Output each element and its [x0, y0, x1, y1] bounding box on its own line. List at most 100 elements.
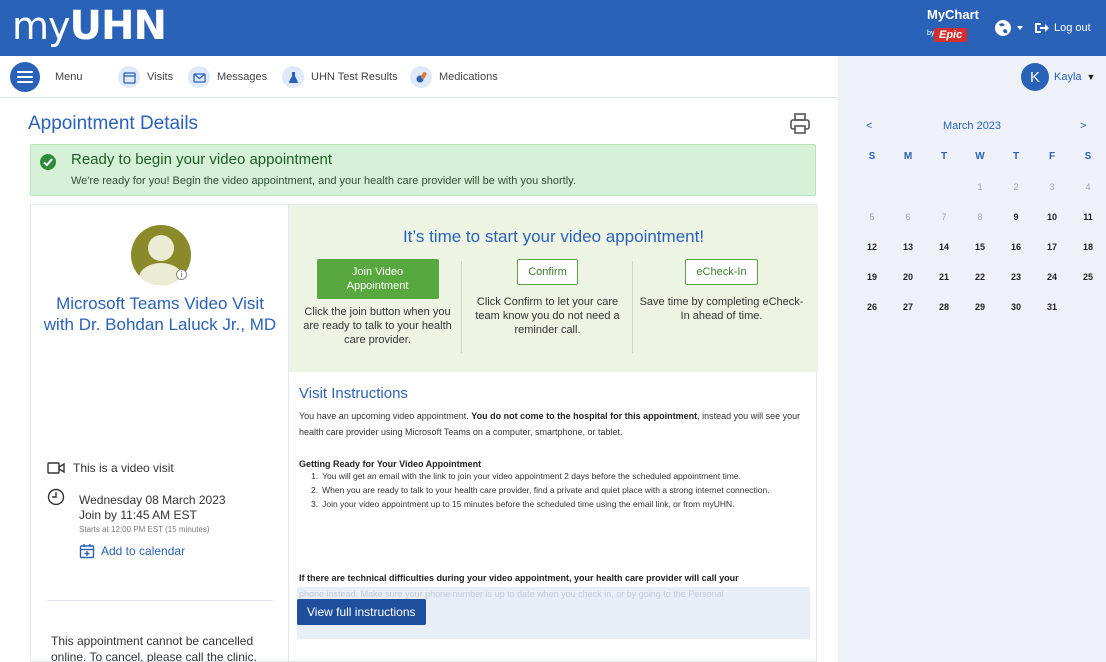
video-visit-row: This is a video visit — [47, 461, 174, 475]
calendar-day[interactable]: 23 — [998, 262, 1034, 292]
test-results-icon — [282, 66, 304, 88]
calendar-day[interactable]: 3 — [1034, 172, 1070, 202]
hamburger-icon — [10, 62, 40, 92]
list-item: 1. You will get an email with the link to… — [311, 471, 741, 481]
video-visit-card: It’s time to start your video appointmen… — [288, 204, 818, 662]
add-to-calendar-link[interactable]: Add to calendar — [79, 543, 185, 559]
main-panel: Appointment Details Ready to begin your … — [0, 98, 838, 662]
calendar-day[interactable]: 14 — [926, 232, 962, 262]
clock-row — [47, 488, 65, 506]
start-heading: It’s time to start your video appointmen… — [402, 227, 705, 246]
calendar-grid: S M T W T F S 1 2 3 4 5 6 7 8 9 10 11 12 13 14 15 16 17 18 19 20 21… — [854, 142, 1106, 322]
start-time: Starts at 12:00 PM EST (15 minutes) — [79, 525, 210, 534]
mychart-label: MyChart — [926, 7, 979, 22]
messages-icon — [188, 66, 210, 88]
nav-item-test-results[interactable]: UHN Test Results — [282, 56, 398, 98]
echeckin-button[interactable]: eCheck-In — [685, 259, 758, 285]
calendar-next-button[interactable]: > — [1080, 120, 1086, 132]
info-icon[interactable]: i — [176, 269, 187, 280]
calendar-day[interactable]: 10 — [1034, 202, 1070, 232]
calendar-day[interactable]: 22 — [962, 262, 998, 292]
getting-ready-heading: Getting Ready for Your Video Appointment — [299, 459, 482, 469]
option-separator — [461, 261, 462, 353]
calendar-day[interactable]: 19 — [854, 262, 890, 292]
join-by-time: Join by 11:45 AM EST — [79, 508, 197, 522]
nav-label-test-results: UHN Test Results — [311, 71, 398, 83]
calendar-day[interactable]: 25 — [1070, 262, 1106, 292]
calendar-add-icon — [79, 544, 95, 559]
calendar-day[interactable]: 15 — [962, 232, 998, 262]
confirm-button[interactable]: Confirm — [517, 259, 578, 285]
calendar-weekday-header: F — [1048, 151, 1056, 162]
print-icon[interactable] — [788, 112, 812, 136]
calendar-empty-cell — [890, 172, 926, 202]
calendar-day[interactable]: 30 — [998, 292, 1034, 322]
globe-icon — [995, 20, 1023, 36]
calendar-day[interactable]: 13 — [890, 232, 926, 262]
calendar-day[interactable]: 18 — [1070, 232, 1106, 262]
calendar-day[interactable]: 31 — [1034, 292, 1070, 322]
faded-instructions-text: phone instead. Make sure your phone numb… — [299, 589, 724, 599]
calendar-day[interactable]: 1 — [962, 172, 998, 202]
calendar-weekday-header: T — [1012, 151, 1020, 162]
calendar-day[interactable]: 21 — [926, 262, 962, 292]
view-full-instructions-button[interactable]: View full instructions — [297, 599, 426, 625]
calendar-day[interactable]: 28 — [926, 292, 962, 322]
nav-item-messages[interactable]: Messages — [188, 56, 267, 98]
mychart-epic-logo: MyChart by Epic — [924, 8, 982, 46]
calendar-widget: March 2023 < > S M T W T F S 1 2 3 4 5 6 7 8 9 10 11 12 13 1… — [838, 98, 1106, 662]
main-nav: Menu Visits Messages UHN Test Results Me… — [0, 56, 838, 98]
calendar-month-title: March 2023 — [942, 120, 1002, 132]
calendar-day[interactable]: 20 — [890, 262, 926, 292]
join-option: Join Video Appointment Click the join bu… — [295, 259, 460, 347]
myuhn-logo[interactable]: myUHN — [12, 2, 167, 50]
logout-button[interactable]: Log out — [1034, 14, 1104, 42]
join-video-button[interactable]: Join Video Appointment — [316, 259, 439, 299]
calendar-day[interactable]: 8 — [962, 202, 998, 232]
visits-icon — [118, 66, 140, 88]
calendar-day[interactable]: 29 — [962, 292, 998, 322]
list-item: 3. Join your video appointment up to 15 m… — [311, 499, 735, 509]
ready-alert: Ready to begin your video appointment We… — [30, 144, 816, 196]
option-separator — [632, 261, 633, 353]
provider-card: i Microsoft Teams Video Visit with Dr. B… — [30, 204, 288, 662]
alert-title: Ready to begin your video appointment — [71, 151, 333, 168]
menu-label: Menu — [55, 71, 83, 83]
video-camera-icon — [47, 462, 65, 474]
medications-icon — [410, 66, 432, 88]
calendar-empty-cell — [1070, 292, 1106, 322]
calendar-day[interactable]: 12 — [854, 232, 890, 262]
calendar-weekday-header: M — [903, 151, 913, 162]
visit-instructions-title: Visit Instructions — [299, 385, 408, 402]
menu-button[interactable]: Menu — [10, 56, 83, 98]
calendar-day[interactable]: 2 — [998, 172, 1034, 202]
nav-item-medications[interactable]: Medications — [410, 56, 498, 98]
nav-label-messages: Messages — [217, 71, 268, 83]
user-menu[interactable]: K Kayla ▼ — [1021, 62, 1095, 92]
epic-label: Epic — [934, 28, 968, 42]
calendar-day[interactable]: 9 — [998, 202, 1034, 232]
clock-icon — [47, 488, 65, 506]
calendar-day[interactable]: 16 — [998, 232, 1034, 262]
calendar-empty-cell — [854, 172, 890, 202]
nav-label-medications: Medications — [439, 71, 498, 83]
echeckin-option: eCheck-In Save time by completing eCheck… — [639, 259, 804, 323]
calendar-day[interactable]: 24 — [1034, 262, 1070, 292]
calendar-prev-button[interactable]: < — [866, 120, 872, 132]
nav-item-visits[interactable]: Visits — [118, 56, 173, 98]
calendar-header: March 2023 < > — [838, 120, 1106, 136]
calendar-day[interactable]: 26 — [854, 292, 890, 322]
user-name: Kayla — [1054, 71, 1082, 83]
calendar-day[interactable]: 17 — [1034, 232, 1070, 262]
visit-instructions-intro: You have an upcoming video appointment. … — [299, 411, 801, 437]
echeckin-description: Save time by completing eCheck-In ahead … — [639, 296, 804, 322]
language-button[interactable] — [990, 14, 1028, 42]
calendar-day[interactable]: 11 — [1070, 202, 1106, 232]
logout-icon — [1035, 23, 1049, 33]
add-to-calendar-label: Add to calendar — [101, 544, 186, 558]
calendar-day[interactable]: 4 — [1070, 172, 1106, 202]
calendar-day[interactable]: 6 — [890, 202, 926, 232]
calendar-day[interactable]: 7 — [926, 202, 962, 232]
calendar-day[interactable]: 27 — [890, 292, 926, 322]
calendar-day[interactable]: 5 — [854, 202, 890, 232]
